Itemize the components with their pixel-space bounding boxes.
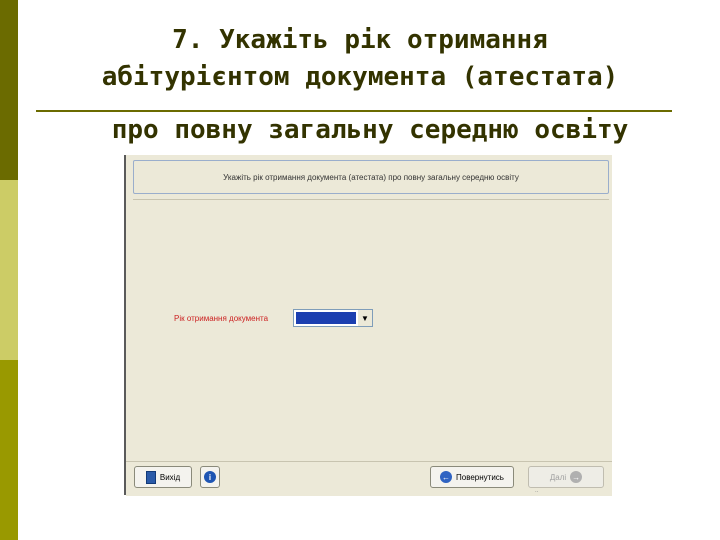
slide-title-line-1: 7. Укажіть рік отримання xyxy=(172,25,548,55)
exit-door-icon xyxy=(145,470,156,484)
info-icon: i xyxy=(204,471,216,483)
document-year-select[interactable]: ▼ xyxy=(293,309,373,327)
help-button[interactable]: i xyxy=(200,466,220,488)
exit-button-label: Вихід xyxy=(159,472,181,482)
exit-button[interactable]: Вихід xyxy=(134,466,192,488)
chevron-down-icon[interactable]: ▼ xyxy=(358,310,372,326)
instruction-text: Укажіть рік отримання документа (атестат… xyxy=(223,172,519,182)
next-button[interactable]: Далі → xyxy=(528,466,604,488)
title-divider xyxy=(36,110,672,112)
button-bar: Вихід i ← Повернутись Далі → xyxy=(126,461,612,496)
document-year-value xyxy=(296,312,356,324)
side-accent-bar-top xyxy=(0,0,18,180)
back-button-label: Повернутись xyxy=(456,472,504,482)
arrow-right-icon: → xyxy=(570,471,583,483)
slide-title-line-3: про повну загальну середню освіту xyxy=(111,115,629,145)
next-button-label: Далі xyxy=(549,472,567,482)
side-accent-bar-bottom xyxy=(0,360,18,540)
app-window: Укажіть рік отримання документа (атестат… xyxy=(124,155,612,496)
slide-title-line-2: абітурієнтом документа (атестата) xyxy=(101,62,619,92)
page-mark: .. xyxy=(535,488,539,494)
back-button[interactable]: ← Повернутись xyxy=(430,466,514,488)
document-year-label: Рік отримання документа xyxy=(174,314,269,323)
header-divider xyxy=(133,199,609,200)
side-accent-bar-middle xyxy=(0,180,18,360)
instruction-header: Укажіть рік отримання документа (атестат… xyxy=(133,160,609,194)
arrow-left-icon: ← xyxy=(440,471,452,483)
slide-title: 7. Укажіть рік отримання абітурієнтом до… xyxy=(30,22,690,96)
